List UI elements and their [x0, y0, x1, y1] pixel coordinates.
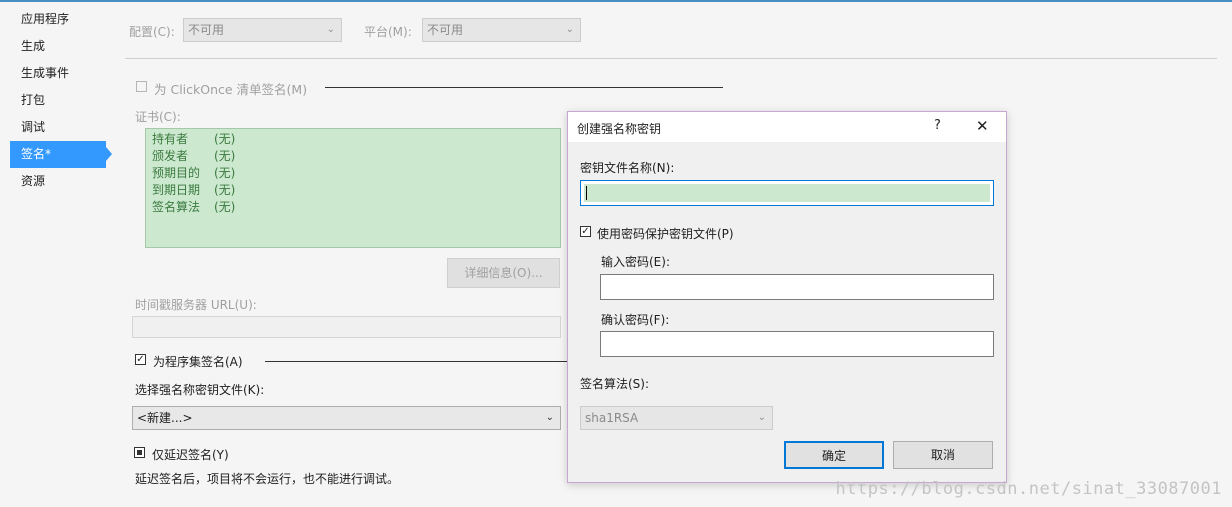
sidebar-item-label: 签名* [21, 147, 52, 161]
sidebar-item-label: 生成事件 [21, 66, 70, 80]
sidebar-item-build-events[interactable]: 生成事件 [10, 60, 106, 87]
platform-value: 不可用 [427, 23, 464, 37]
cert-purpose-value: (无) [214, 166, 236, 180]
sidebar-item-label: 应用程序 [21, 12, 70, 26]
timestamp-label: 时间戳服务器 URL(U): [135, 298, 257, 312]
platform-label: 平台(M): [364, 25, 412, 39]
password-input[interactable] [600, 274, 994, 300]
sidebar-item-resources[interactable]: 资源 [10, 168, 106, 195]
chevron-down-icon: ⌄ [326, 24, 335, 35]
cert-issuer-value: (无) [214, 149, 236, 163]
cancel-button[interactable]: 取消 [893, 441, 993, 469]
delay-sign-note: 延迟签名后，项目将不会运行，也不能进行调试。 [135, 472, 400, 486]
sidebar-item-label: 调试 [21, 120, 46, 134]
sidebar: 应用程序 生成 生成事件 打包 调试 签名* 资源 [0, 2, 115, 507]
timestamp-input[interactable] [132, 316, 561, 338]
chevron-down-icon: ⌄ [565, 24, 574, 35]
dialog-title-bar: 创建强名称密钥 ? ✕ [568, 112, 1006, 142]
sidebar-item-label: 资源 [21, 174, 46, 188]
certificate-label: 证书(C): [135, 110, 181, 124]
key-file-select[interactable]: <新建...> ⌄ [132, 406, 561, 430]
delay-sign-label: 仅延迟签名(Y) [152, 448, 229, 462]
close-icon[interactable]: ✕ [976, 117, 989, 135]
cert-holder-key: 持有者 [152, 132, 189, 146]
sidebar-item-application[interactable]: 应用程序 [10, 6, 106, 33]
cert-algorithm-value: (无) [214, 200, 236, 214]
use-password-checkbox[interactable]: ✓ [580, 226, 591, 237]
divider [125, 58, 1217, 59]
cert-issuer-key: 颁发者 [152, 149, 189, 163]
cert-expiry-key: 到期日期 [152, 183, 201, 197]
details-button[interactable]: 详细信息(O)... [447, 258, 560, 288]
algorithm-value: sha1RSA [585, 411, 639, 425]
password-label: 输入密码(E): [601, 255, 670, 269]
key-file-value: <新建...> [137, 411, 193, 425]
algorithm-select[interactable]: sha1RSA ⌄ [580, 406, 773, 430]
key-file-label: 选择强名称密钥文件(K): [135, 383, 265, 397]
algorithm-label: 签名算法(S): [580, 377, 650, 391]
cert-holder-value: (无) [214, 132, 236, 146]
chevron-down-icon: ⌄ [545, 412, 554, 423]
dialog-title: 创建强名称密钥 [577, 122, 662, 136]
active-item-arrow-icon [106, 147, 112, 161]
sidebar-item-debug[interactable]: 调试 [10, 114, 106, 141]
sidebar-item-label: 生成 [21, 39, 46, 53]
config-label: 配置(C): [129, 25, 175, 39]
divider [265, 361, 567, 362]
watermark-text: https://blog.csdn.net/sinat_33087001 [835, 479, 1222, 499]
sidebar-item-signing[interactable]: 签名* [10, 141, 106, 168]
clickonce-label: 为 ClickOnce 清单签名(M) [154, 82, 308, 97]
config-value: 不可用 [188, 23, 225, 37]
confirm-password-label: 确认密码(F): [601, 313, 670, 327]
divider [325, 87, 723, 88]
certificate-info-box: 持有者 (无) 颁发者 (无) 预期目的 (无) 到期日期 (无) 签名算法 (… [145, 128, 561, 248]
ok-button[interactable]: 确定 [784, 441, 884, 469]
create-strong-name-key-dialog: 创建强名称密钥 ? ✕ 密钥文件名称(N): ✓ 使用密码保护密钥文件(P) 输… [567, 111, 1007, 483]
sidebar-item-build[interactable]: 生成 [10, 33, 106, 60]
delay-sign-checkbox[interactable] [134, 447, 145, 458]
clickonce-checkbox[interactable] [136, 81, 147, 92]
top-accent-line [0, 0, 1232, 2]
use-password-label: 使用密码保护密钥文件(P) [597, 227, 734, 241]
cert-purpose-key: 预期目的 [152, 166, 201, 180]
key-name-label: 密钥文件名称(N): [580, 161, 675, 175]
help-icon[interactable]: ? [934, 118, 941, 133]
sidebar-item-label: 打包 [21, 93, 46, 107]
cert-algorithm-key: 签名算法 [152, 200, 201, 214]
assembly-sign-label: 为程序集签名(A) [153, 355, 243, 369]
key-name-input-fill [584, 184, 990, 202]
config-select[interactable]: 不可用 ⌄ [183, 18, 342, 42]
text-caret [586, 186, 587, 200]
sidebar-item-package[interactable]: 打包 [10, 87, 106, 114]
platform-select[interactable]: 不可用 ⌄ [422, 18, 581, 42]
chevron-down-icon: ⌄ [757, 412, 766, 423]
key-name-input[interactable] [580, 180, 994, 206]
confirm-password-input[interactable] [600, 331, 994, 357]
assembly-sign-checkbox[interactable]: ✓ [135, 354, 146, 365]
cert-expiry-value: (无) [214, 183, 236, 197]
